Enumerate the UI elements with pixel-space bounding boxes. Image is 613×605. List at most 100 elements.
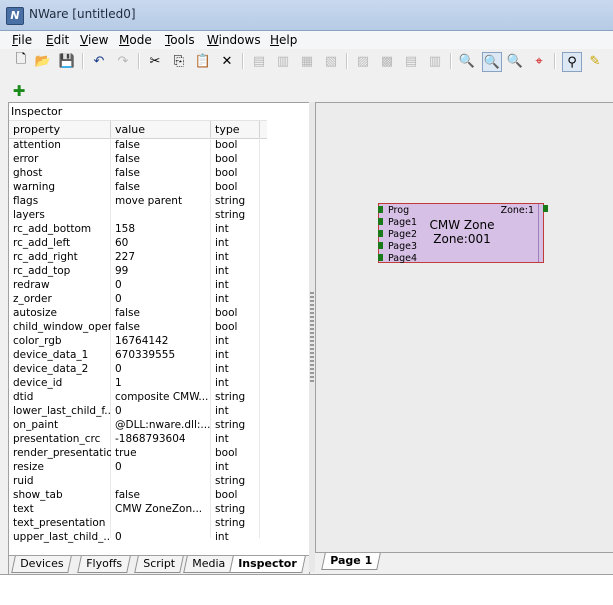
undo-icon[interactable]: ↶ (90, 52, 108, 70)
zoom-out-icon[interactable]: 🔍 (458, 52, 476, 70)
column-divider[interactable] (110, 121, 111, 138)
tab-inspector[interactable]: Inspector (229, 556, 306, 573)
property-value[interactable]: false (115, 139, 211, 151)
redo-icon[interactable]: ↷ (114, 52, 132, 70)
align-center-icon[interactable]: ▥ (274, 52, 292, 70)
tab-page-1[interactable]: Page 1 (321, 553, 381, 570)
align-middle-icon[interactable]: ▩ (378, 52, 396, 70)
menu-tools[interactable]: Tools (165, 33, 195, 47)
table-row[interactable]: child_window_open false bool (9, 320, 267, 334)
table-row[interactable]: color_rgb 16764142 int (9, 334, 267, 348)
property-value[interactable]: false (115, 307, 211, 319)
table-row[interactable]: ghost false bool (9, 166, 267, 180)
table-row[interactable]: error false bool (9, 152, 267, 166)
menu-file[interactable]: File (12, 33, 32, 47)
table-row[interactable]: device_id 1 int (9, 376, 267, 390)
table-row[interactable]: dtid composite CMW... string (9, 390, 267, 404)
input-pin-icon[interactable] (378, 206, 383, 213)
column-divider[interactable] (259, 121, 260, 138)
property-value[interactable]: 670339555 (115, 349, 211, 361)
tab-flyoffs[interactable]: Flyoffs (77, 556, 131, 573)
align-left-icon[interactable]: ▤ (250, 52, 268, 70)
align-top-icon[interactable]: ▧ (322, 52, 340, 70)
align-bottom-icon[interactable]: ▨ (354, 52, 372, 70)
table-row[interactable]: upper_last_child_... 0 int (9, 530, 267, 544)
input-pin-icon[interactable] (378, 242, 383, 249)
select-tool-icon[interactable]: ⚲ (562, 52, 582, 72)
menu-edit[interactable]: Edit (46, 33, 69, 47)
property-value[interactable]: 227 (115, 251, 211, 263)
property-value[interactable]: 16764142 (115, 335, 211, 347)
property-value[interactable]: 158 (115, 223, 211, 235)
new-file-icon[interactable]: 🗋 (12, 52, 30, 70)
table-row[interactable]: attention false bool (9, 138, 267, 152)
table-row[interactable]: rc_add_top 99 int (9, 264, 267, 278)
property-value[interactable]: 60 (115, 237, 211, 249)
table-row[interactable]: layers string (9, 208, 267, 222)
property-value[interactable]: composite CMW... (115, 391, 211, 403)
table-row[interactable]: rc_add_left 60 int (9, 236, 267, 250)
table-row[interactable]: flags move parent string (9, 194, 267, 208)
menu-mode[interactable]: Mode (119, 33, 152, 47)
copy-icon[interactable]: ⎘ (170, 52, 188, 70)
property-value[interactable]: 0 (115, 531, 211, 543)
table-row[interactable]: render_presentation true bool (9, 446, 267, 460)
table-row[interactable]: text_presentation string (9, 516, 267, 530)
table-row[interactable]: device_data_1 670339555 int (9, 348, 267, 362)
property-value[interactable]: move parent (115, 195, 211, 207)
table-row[interactable]: z_order 0 int (9, 292, 267, 306)
table-row[interactable]: show_tab false bool (9, 488, 267, 502)
column-divider[interactable] (210, 121, 211, 138)
cmw-zone-block[interactable]: Prog Page1 Page2 Page3 Page4 CMW Zone Zone:0… (378, 203, 548, 264)
distribute-v-icon[interactable]: ▥ (426, 52, 444, 70)
property-value[interactable]: false (115, 153, 211, 165)
distribute-h-icon[interactable]: ▤ (402, 52, 420, 70)
property-value[interactable]: 0 (115, 461, 211, 473)
table-row[interactable]: rc_add_right 227 int (9, 250, 267, 264)
paste-icon[interactable]: 📋 (194, 52, 212, 70)
table-row[interactable]: warning false bool (9, 180, 267, 194)
property-value[interactable]: false (115, 321, 211, 333)
table-row[interactable]: redraw 0 int (9, 278, 267, 292)
property-value[interactable]: 0 (115, 363, 211, 375)
tab-devices[interactable]: Devices (11, 556, 73, 573)
property-value[interactable]: 0 (115, 279, 211, 291)
property-value[interactable]: false (115, 167, 211, 179)
splitter-grip-icon[interactable] (310, 292, 314, 382)
table-row[interactable]: presentation_crc -1868793604 int (9, 432, 267, 446)
zoom-in-icon[interactable]: 🔍 (506, 52, 524, 70)
table-row[interactable]: device_data_2 0 int (9, 362, 267, 376)
save-icon[interactable]: 💾 (58, 52, 76, 70)
input-pin-icon[interactable] (378, 230, 383, 237)
menu-view[interactable]: View (80, 33, 108, 47)
table-row[interactable]: lower_last_child_f... 0 int (9, 404, 267, 418)
column-header-property[interactable]: property (13, 123, 60, 136)
property-value[interactable]: -1868793604 (115, 433, 211, 445)
column-header-type[interactable]: type (215, 123, 240, 136)
property-value[interactable]: @DLL:nware.dll:... (115, 419, 211, 431)
menu-windows[interactable]: Windows (207, 33, 261, 47)
property-value[interactable]: true (115, 447, 211, 459)
property-value[interactable]: false (115, 489, 211, 501)
table-row[interactable]: resize 0 int (9, 460, 267, 474)
zoom-fit-icon[interactable]: 🔍 (482, 52, 502, 72)
cut-icon[interactable]: ✂ (146, 52, 164, 70)
delete-icon[interactable]: ✕ (218, 52, 236, 70)
property-value[interactable]: 0 (115, 293, 211, 305)
property-value[interactable]: CMW ZoneZon... (115, 503, 211, 515)
property-value[interactable]: 99 (115, 265, 211, 277)
tab-media[interactable]: Media (183, 556, 234, 573)
add-device-icon[interactable]: ✚ (10, 82, 28, 100)
tab-script[interactable]: Script (134, 556, 184, 573)
align-right-icon[interactable]: ▦ (298, 52, 316, 70)
table-row[interactable]: rc_add_bottom 158 int (9, 222, 267, 236)
property-value[interactable]: 1 (115, 377, 211, 389)
open-folder-icon[interactable]: 📂 (34, 52, 52, 70)
output-pin-icon[interactable] (543, 205, 548, 212)
property-value[interactable]: 0 (115, 405, 211, 417)
table-row[interactable]: autosize false bool (9, 306, 267, 320)
property-value[interactable]: false (115, 181, 211, 193)
design-canvas[interactable] (315, 102, 613, 554)
wire-tool-icon[interactable]: ✎ (586, 52, 604, 70)
input-pin-icon[interactable] (378, 254, 383, 261)
